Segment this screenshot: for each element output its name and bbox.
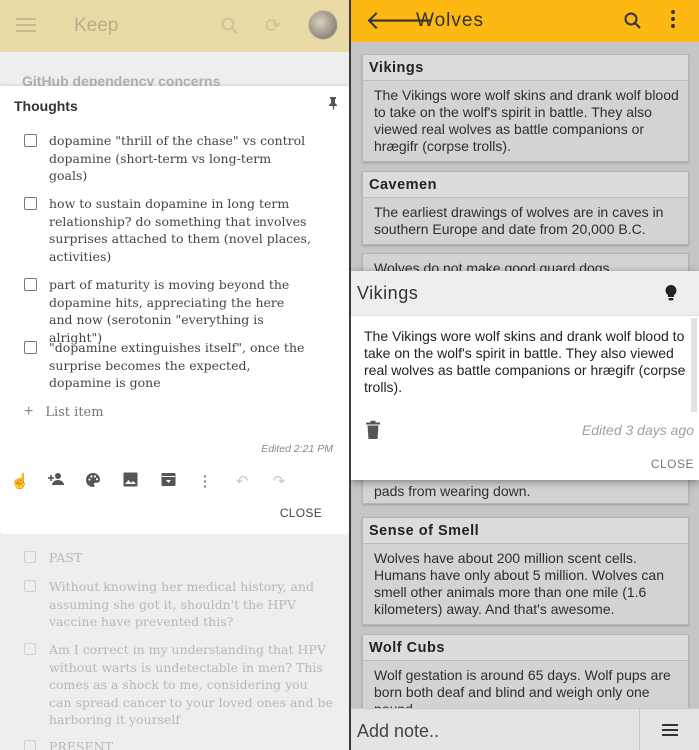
note-card-body: Wolves have about 200 million scent cell… bbox=[374, 550, 665, 617]
popup-header: Vikings bbox=[351, 271, 699, 316]
note-card-thoughts: Thoughts dopamine "thrill of the chase" … bbox=[0, 86, 349, 534]
popup-body[interactable]: The Vikings wore wolf skins and drank wo… bbox=[364, 328, 686, 396]
checklist-item-text[interactable]: "dopamine extinguishes itself", once the… bbox=[49, 339, 311, 392]
wolves-app-pane: 🡐 Wolves Vikings The Vikings wore wolf s… bbox=[351, 0, 699, 750]
lightbulb-icon[interactable] bbox=[664, 284, 678, 302]
note-card-title: Sense of Smell bbox=[363, 518, 688, 544]
checklist-item-text[interactable]: dopamine "thrill of the chase" vs contro… bbox=[49, 132, 311, 185]
background-note-list: PAST Without knowing her medical history… bbox=[0, 534, 349, 750]
search-icon[interactable] bbox=[623, 11, 643, 31]
close-button[interactable]: CLOSE bbox=[280, 506, 322, 520]
more-vert-icon[interactable]: ⋮ bbox=[195, 472, 215, 490]
scrollbar[interactable] bbox=[691, 318, 697, 412]
hamburger-menu-icon[interactable] bbox=[16, 15, 36, 35]
note-card[interactable]: Vikings The Vikings wore wolf skins and … bbox=[362, 54, 689, 162]
checkbox[interactable] bbox=[24, 134, 37, 147]
refresh-icon[interactable]: ⟳ bbox=[265, 15, 281, 38]
list-item-text: PRESENT bbox=[49, 739, 113, 750]
note-card-title: Wolf Cubs bbox=[363, 635, 688, 661]
add-list-item-label: List item bbox=[45, 405, 104, 420]
add-note-input[interactable]: Add note.. bbox=[351, 709, 640, 750]
wolves-toolbar: 🡐 Wolves bbox=[351, 0, 699, 42]
note-card-title: Cavemen bbox=[363, 172, 688, 198]
checkbox bbox=[24, 551, 36, 563]
wolves-title: Wolves bbox=[416, 10, 484, 31]
note-card-body: The Vikings wore wolf skins and drank wo… bbox=[374, 87, 679, 154]
checkbox[interactable] bbox=[24, 197, 37, 210]
add-note-bar: Add note.. bbox=[351, 708, 699, 750]
note-title[interactable]: Thoughts bbox=[14, 98, 78, 114]
archive-icon[interactable] bbox=[158, 472, 178, 491]
edited-timestamp: Edited 3 days ago bbox=[581, 422, 694, 438]
note-card[interactable]: Sense of Smell Wolves have about 200 mil… bbox=[362, 517, 689, 625]
account-avatar[interactable] bbox=[308, 10, 338, 40]
image-icon[interactable] bbox=[120, 472, 140, 491]
note-popup: Vikings The Vikings wore wolf skins and … bbox=[351, 271, 699, 480]
edited-timestamp: Edited 2:21 PM bbox=[261, 443, 333, 455]
checkbox bbox=[24, 740, 36, 750]
list-item-text: Without knowing her medical history, and… bbox=[49, 579, 315, 629]
add-collaborator-icon[interactable] bbox=[46, 472, 66, 490]
search-icon[interactable] bbox=[220, 16, 240, 36]
hand-pointer-icon[interactable]: ☝ bbox=[10, 472, 30, 490]
note-card[interactable]: Cavemen The earliest drawings of wolves … bbox=[362, 171, 689, 245]
redo-icon[interactable]: ↷ bbox=[269, 472, 289, 490]
palette-icon[interactable] bbox=[83, 472, 103, 492]
checklist-item-text[interactable]: part of maturity is moving beyond the do… bbox=[49, 276, 311, 346]
checkbox[interactable] bbox=[24, 341, 37, 354]
note-card-title: Vikings bbox=[363, 55, 688, 81]
checkbox bbox=[24, 643, 36, 655]
note-card-body: The earliest drawings of wolves are in c… bbox=[374, 204, 664, 237]
keep-toolbar: Keep ⟳ bbox=[0, 0, 349, 52]
list-item-text: Am I correct in my understanding that HP… bbox=[49, 642, 333, 727]
trash-icon[interactable] bbox=[365, 420, 381, 440]
checklist-item-text[interactable]: how to sustain dopamine in long term rel… bbox=[49, 195, 311, 265]
plus-icon: + bbox=[24, 403, 34, 420]
undo-icon[interactable]: ↶ bbox=[232, 472, 252, 490]
keep-app-pane: Keep ⟳ GitHub dependency concerns Though… bbox=[0, 0, 349, 750]
popup-title[interactable]: Vikings bbox=[357, 283, 418, 304]
checkbox[interactable] bbox=[24, 278, 37, 291]
note-card[interactable]: Wolf Cubs Wolf gestation is around 65 da… bbox=[362, 634, 689, 714]
more-vert-icon[interactable] bbox=[671, 10, 675, 30]
keep-app-title: Keep bbox=[74, 15, 119, 36]
format-list-icon[interactable] bbox=[662, 724, 678, 738]
close-button[interactable]: CLOSE bbox=[651, 457, 694, 471]
note-card-body: Wolf gestation is around 65 days. Wolf p… bbox=[374, 667, 671, 713]
pin-icon[interactable] bbox=[327, 96, 339, 110]
list-item-text: PAST bbox=[49, 550, 83, 565]
add-list-item[interactable]: + List item bbox=[24, 403, 104, 421]
checkbox bbox=[24, 580, 36, 592]
